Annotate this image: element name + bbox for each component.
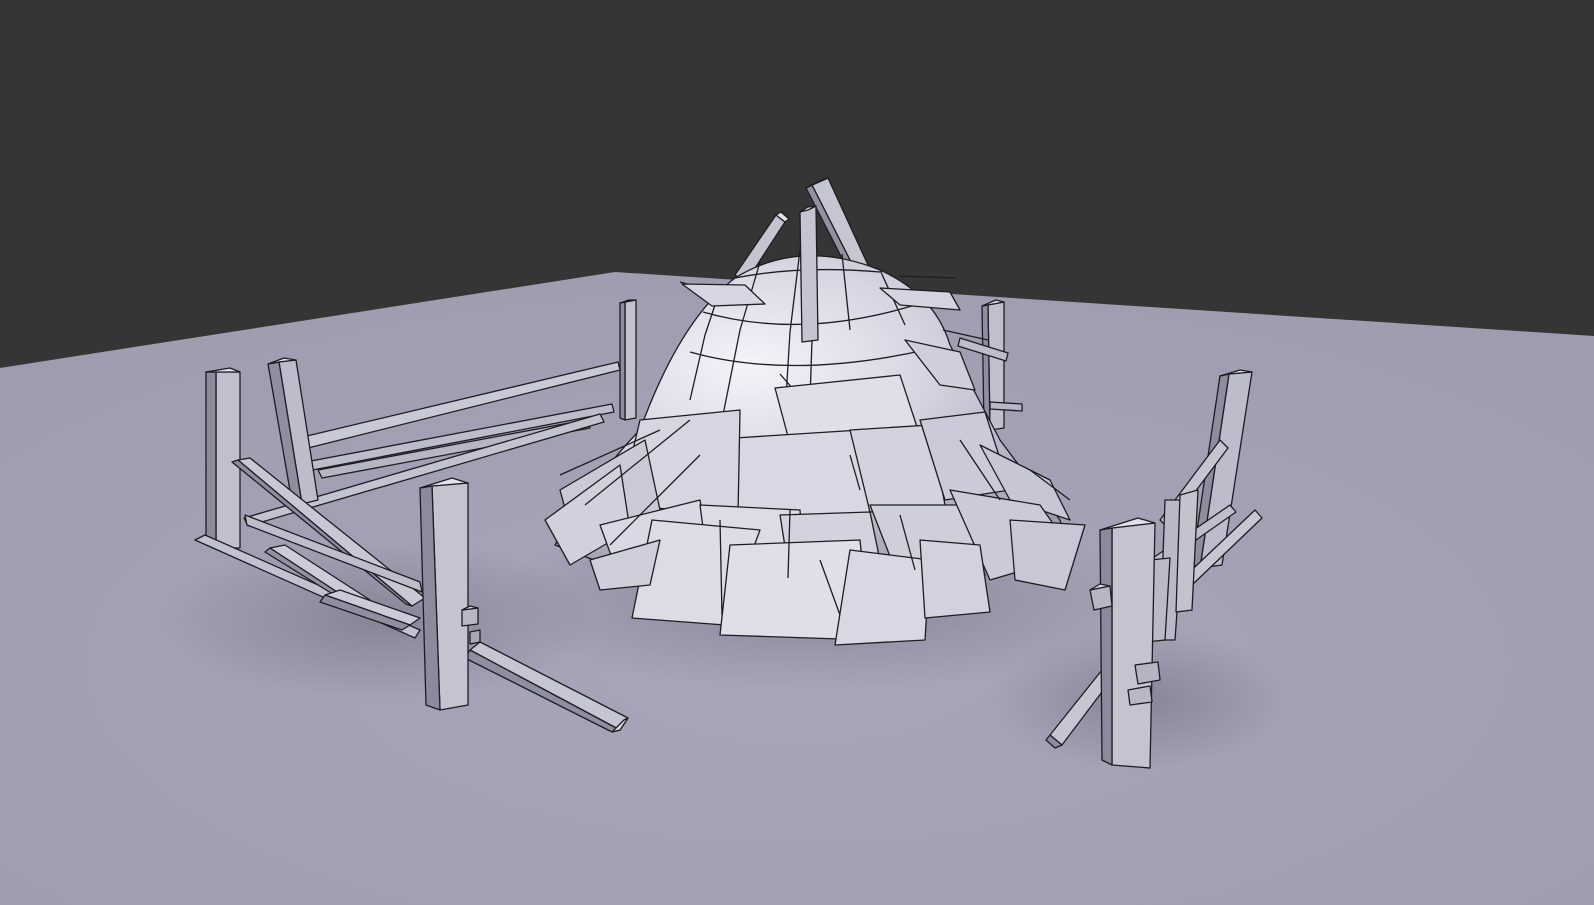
viewport-render [0,0,1594,905]
3d-viewport[interactable] [0,0,1594,905]
back-left-post [619,299,637,421]
